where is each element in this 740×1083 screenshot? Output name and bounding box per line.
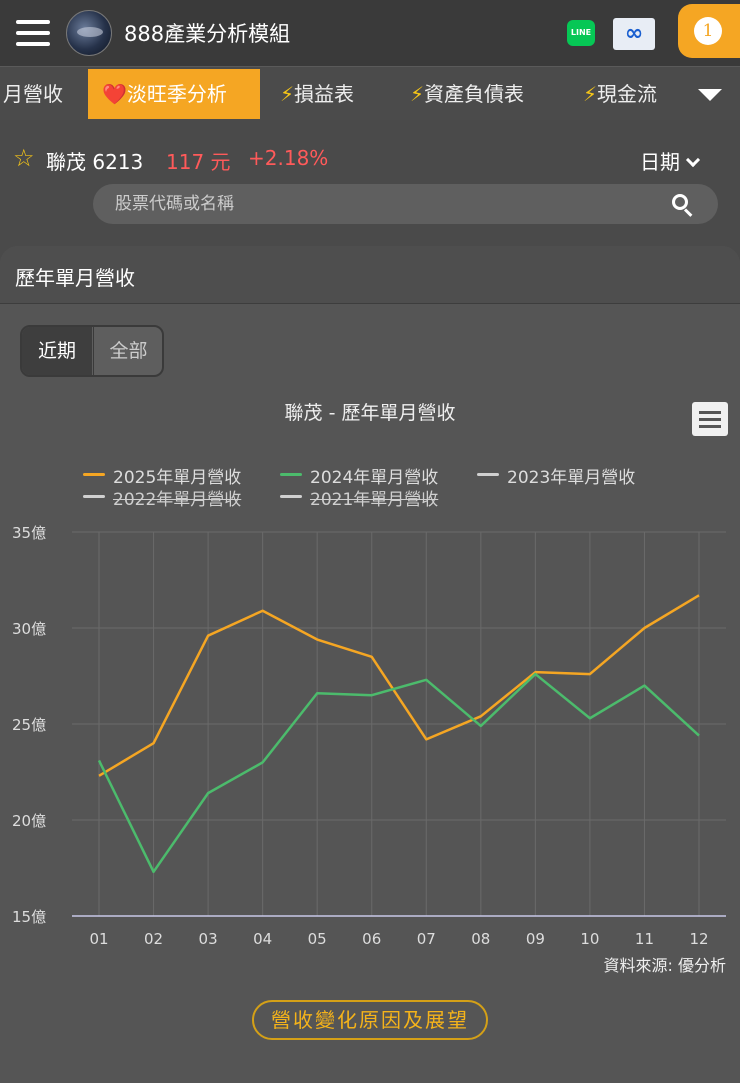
- legend-swatch: [83, 473, 105, 476]
- stock-info-row: ☆ 聯茂 6213 117 元 +2.18% 日期: [0, 138, 740, 182]
- range-recent-button[interactable]: 近期: [22, 327, 92, 375]
- avatar[interactable]: [66, 10, 112, 56]
- x-tick-label: 05: [308, 930, 327, 948]
- x-tick-label: 02: [144, 930, 163, 948]
- star-icon[interactable]: ☆: [13, 144, 35, 172]
- x-tick-label: 08: [471, 930, 490, 948]
- x-tick-label: 01: [89, 930, 108, 948]
- top-bar: 888產業分析模組 LINE ∞ 1: [0, 0, 740, 66]
- x-tick-label: 11: [635, 930, 654, 948]
- tabs-dropdown-icon[interactable]: [684, 67, 740, 120]
- x-tick-label: 09: [526, 930, 545, 948]
- legend-label: 2021年單月營收: [310, 490, 439, 510]
- tab-income-statement[interactable]: ⚡損益表: [280, 69, 354, 119]
- x-tick-label: 12: [689, 930, 708, 948]
- series-line: [97, 672, 700, 874]
- link-icon[interactable]: ∞: [613, 18, 655, 50]
- tab-label: 資產負債表: [424, 82, 525, 106]
- legend-swatch: [280, 495, 302, 498]
- tab-monthly-revenue[interactable]: 月營收: [3, 69, 63, 119]
- x-tick-label: 10: [580, 930, 599, 948]
- heart-icon: ❤️: [102, 82, 127, 106]
- revenue-card: 歷年單月營收 近期 全部 聯茂 - 歷年單月營收 2025年單月營收 2024年…: [0, 246, 740, 1083]
- legend-label: 2022年單月營收: [113, 490, 242, 510]
- y-tick-label: 20億: [12, 812, 46, 830]
- card-title: 歷年單月營收: [15, 266, 135, 290]
- card-header: 歷年單月營收: [0, 246, 740, 304]
- lightning-icon: ⚡: [410, 82, 425, 106]
- x-tick-label: 03: [199, 930, 218, 948]
- revenue-line-chart: 15億 20億 25億 30億 35億 01 02 03 04 05 06 07 08 09 10 11 12: [12, 524, 726, 948]
- line-share-icon[interactable]: LINE: [567, 20, 595, 46]
- legend-swatch: [280, 473, 302, 476]
- tab-label: 損益表: [294, 82, 355, 106]
- y-tick-label: 35億: [12, 524, 46, 542]
- range-all-button[interactable]: 全部: [93, 327, 162, 375]
- legend-label: 2023年單月營收: [507, 468, 636, 488]
- tab-cash-flow[interactable]: ⚡現金流: [583, 69, 657, 119]
- stock-name: 聯茂 6213: [46, 150, 144, 174]
- y-tick-label: 15億: [12, 908, 46, 926]
- search-icon[interactable]: [672, 194, 694, 217]
- tab-seasonality[interactable]: ❤️淡旺季分析: [88, 69, 260, 119]
- date-label: 日期: [640, 150, 680, 174]
- chart-menu-icon[interactable]: [692, 402, 728, 436]
- tab-balance-sheet[interactable]: ⚡資產負債表: [410, 69, 524, 119]
- x-tick-label: 06: [362, 930, 381, 948]
- notification-tab[interactable]: 1: [678, 4, 740, 58]
- tab-label: 月營收: [3, 82, 63, 106]
- search-input[interactable]: [115, 184, 655, 224]
- series-line: [98, 594, 700, 777]
- y-tick-label: 25億: [12, 716, 46, 734]
- y-tick-label: 30億: [12, 620, 46, 638]
- analysis-tabs: 月營收 ❤️淡旺季分析 ⚡損益表 ⚡資產負債表 ⚡現金流: [0, 66, 740, 120]
- chart-title: 聯茂 - 歷年單月營收: [284, 402, 456, 424]
- notification-count: 1: [694, 17, 722, 45]
- lightning-icon: ⚡: [583, 82, 598, 106]
- tab-label: 淡旺季分析: [126, 82, 227, 106]
- app-title: 888產業分析模組: [124, 22, 291, 46]
- x-tick-label: 04: [253, 930, 272, 948]
- stock-price: 117 元: [166, 150, 231, 174]
- legend-swatch: [477, 473, 499, 476]
- lightning-icon: ⚡: [280, 82, 295, 106]
- x-tick-label: 07: [417, 930, 436, 948]
- hamburger-menu-icon[interactable]: [16, 20, 50, 46]
- data-source: 資料來源: 優分析: [603, 956, 726, 975]
- search-bar: [93, 184, 718, 224]
- revenue-outlook-button[interactable]: 營收變化原因及展望: [252, 1000, 488, 1040]
- legend-swatch: [83, 495, 105, 498]
- stock-change: +2.18%: [248, 146, 329, 170]
- range-toggle: 近期 全部: [20, 325, 164, 377]
- date-dropdown[interactable]: 日期: [640, 146, 701, 175]
- tab-label: 現金流: [597, 82, 658, 106]
- chevron-down-icon: [685, 152, 701, 168]
- chart-legend: 2025年單月營收 2024年單月營收 2023年單月營收 2022年單月營收 …: [0, 461, 740, 511]
